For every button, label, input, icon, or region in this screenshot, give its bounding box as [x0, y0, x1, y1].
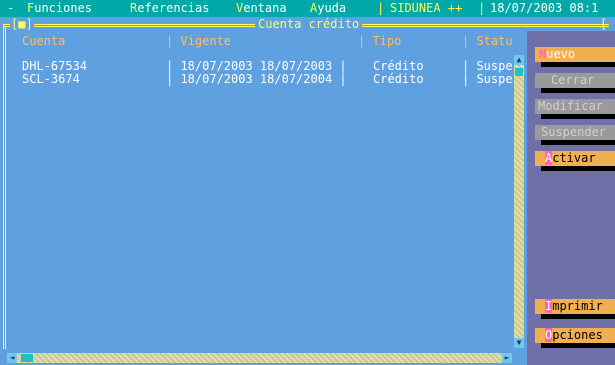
scroll-thumb[interactable]: [515, 68, 523, 76]
button-shadow: [541, 140, 615, 145]
button-shadow: [541, 88, 615, 93]
menu-referencias[interactable]: Referencias: [130, 0, 209, 17]
opciones-label: pciones: [552, 328, 603, 342]
window-title: Cuenta crédito: [255, 17, 363, 31]
column-header-cuenta[interactable]: Cuenta: [22, 34, 65, 48]
opciones-button[interactable]: Opciones: [535, 328, 615, 348]
button-shadow: [541, 166, 615, 171]
scroll-right-arrow-icon[interactable]: ►: [502, 353, 512, 363]
nuevo-label: uevo: [546, 47, 576, 61]
button-shadow: [541, 62, 615, 67]
menu-bar: - Funciones Referencias Ventana Ayuda | …: [0, 0, 615, 17]
menu-ventana-label: entana: [243, 1, 287, 15]
scroll-thumb[interactable]: [21, 354, 33, 362]
close-box[interactable]: [■]: [10, 17, 34, 31]
system-menu[interactable]: -: [7, 0, 14, 17]
cerrar-button[interactable]: Cerrar: [535, 73, 615, 93]
menu-referencias-label: eferencias: [137, 1, 210, 15]
menu-ayuda[interactable]: Ayuda: [310, 0, 346, 17]
menu-ayuda-label: yuda: [317, 1, 347, 15]
cell-status: | Suspe: [462, 72, 513, 86]
imprimir-label: mprimir: [552, 299, 603, 313]
date-time: 18/07/2003 08:1: [490, 1, 599, 15]
scroll-left-arrow-icon[interactable]: ◄: [7, 353, 17, 363]
menubar-separator: |: [478, 1, 486, 15]
modificar-button[interactable]: Modificar: [535, 99, 615, 119]
column-header-tipo[interactable]: | Tipo: [358, 34, 401, 48]
window-frame-top: [■] Cuenta crédito [: [0, 17, 615, 32]
horizontal-scrollbar[interactable]: ◄ ►: [7, 353, 512, 363]
cell-vigente: | 18/07/2003 18/07/2004 |: [166, 72, 347, 86]
cerrar-label: Cerrar: [551, 73, 595, 87]
vertical-scrollbar[interactable]: ▲ ▼: [514, 55, 524, 348]
button-shadow: [541, 314, 615, 319]
suspender-label: Suspender: [541, 125, 607, 139]
button-shadow: [541, 114, 615, 119]
app-name: SIDUNEA ++: [390, 1, 463, 15]
imprimir-button[interactable]: Imprimir: [535, 299, 615, 319]
menu-funciones[interactable]: Funciones: [27, 0, 92, 17]
menubar-separator: |: [377, 1, 385, 15]
cell-cuenta: SCL-3674: [22, 72, 80, 86]
cell-tipo: Crédito: [373, 72, 424, 86]
activar-label: ctivar: [552, 151, 596, 165]
window-left-border: [3, 31, 6, 349]
menu-funciones-label: unciones: [34, 1, 93, 15]
modificar-label: Modificar: [538, 99, 604, 113]
suspender-button[interactable]: Suspender: [535, 125, 615, 145]
action-panel: Nuevo Cerrar Modificar Suspender Activar…: [527, 31, 615, 365]
activar-button[interactable]: Activar: [535, 151, 615, 171]
scroll-up-arrow-icon[interactable]: ▲: [514, 55, 524, 65]
sidunea-screen: - Funciones Referencias Ventana Ayuda | …: [0, 0, 615, 365]
cuenta-credito-window: [■] Cuenta crédito [ Cuenta | Vigente | …: [0, 17, 615, 365]
scroll-down-arrow-icon[interactable]: ▼: [514, 338, 524, 348]
button-shadow: [541, 343, 615, 348]
column-header-status[interactable]: | Statu: [462, 34, 513, 48]
nuevo-button[interactable]: Nuevo: [535, 47, 615, 67]
column-header-vigente[interactable]: | Vigente: [166, 34, 231, 48]
menu-ventana[interactable]: Ventana: [236, 0, 287, 17]
frame-right-corner: [: [600, 17, 608, 31]
